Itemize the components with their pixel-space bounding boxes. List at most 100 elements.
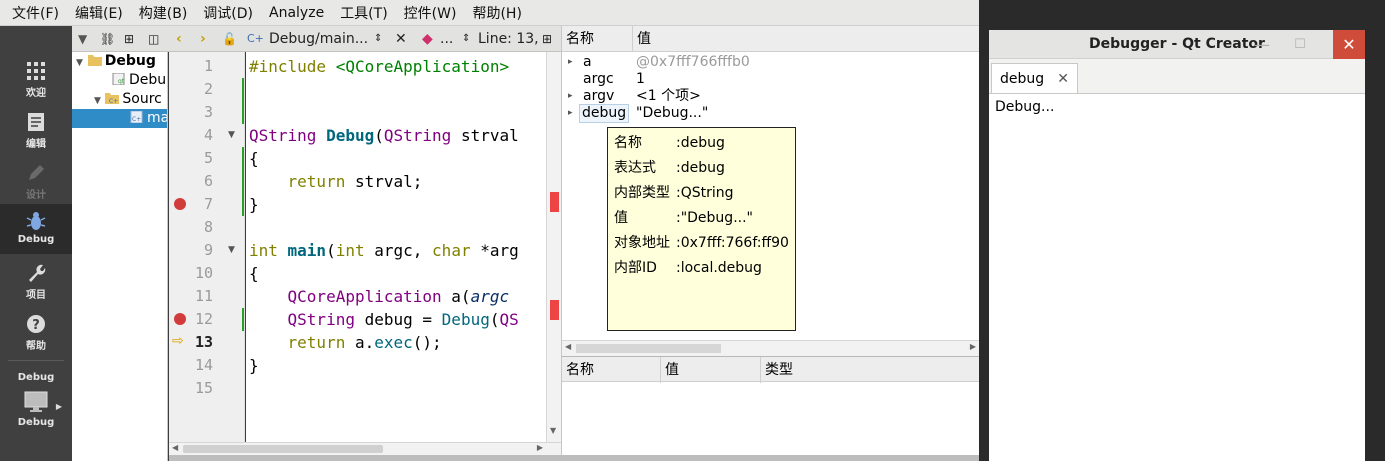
- code-line-12: QString debug = Debug(QS: [287, 310, 519, 329]
- symbol-combo[interactable]: ...: [440, 26, 453, 52]
- symbol-icon: ◆: [422, 31, 433, 47]
- symbol-combo-arrow-icon[interactable]: ⇕: [462, 26, 470, 52]
- menu-bar: 文件(F) 编辑(E) 构建(B) 调试(D) Analyze 工具(T) 控件…: [0, 0, 979, 26]
- scrollbar-thumb[interactable]: [576, 344, 721, 353]
- mode-help[interactable]: ? 帮助: [0, 307, 72, 357]
- editor-gutter[interactable]: 1 2 3 4 5 6 7 8 9 10 11 12 13 14 15 ⇨ ▼ …: [169, 52, 245, 442]
- mode-projects[interactable]: 项目: [0, 256, 72, 306]
- column-value[interactable]: 值: [661, 357, 761, 383]
- split-icon[interactable]: ⊞: [124, 26, 134, 52]
- column-name[interactable]: 名称: [562, 26, 633, 52]
- file-combo[interactable]: Debug/main...: [269, 26, 368, 52]
- output-text[interactable]: Debug...: [989, 93, 1365, 461]
- tooltip-row: 值:"Debug...": [614, 210, 753, 226]
- column-name[interactable]: 名称: [562, 357, 661, 383]
- code-editor[interactable]: #include <QCoreApplication> QString Debu…: [246, 52, 546, 442]
- code-line-4: QString Debug(QString strval: [249, 126, 519, 145]
- svg-text:C+: C+: [132, 116, 141, 123]
- column-type[interactable]: 类型: [761, 357, 980, 383]
- code-line-1: #include <QCoreApplication>: [249, 57, 510, 76]
- line-number: 11: [194, 287, 213, 305]
- fold-icon[interactable]: ▼: [228, 245, 235, 255]
- close-icon[interactable]: ✕: [1333, 30, 1365, 59]
- cursor-position: Line: 13,: [478, 31, 539, 47]
- menu-tools[interactable]: 工具(T): [332, 3, 395, 23]
- document-icon: [28, 113, 44, 131]
- kit-selector[interactable]: Debug Debug ▶: [0, 368, 72, 438]
- maximize-icon[interactable]: ☐: [1285, 30, 1315, 59]
- mode-edit[interactable]: 编辑: [0, 105, 72, 155]
- kit-expand-icon: ▶: [55, 402, 62, 411]
- forward-icon[interactable]: ›: [200, 26, 206, 52]
- code-line-11: QCoreApplication a(argc: [287, 287, 510, 306]
- editor-vertical-scrollbar[interactable]: ▼: [546, 52, 561, 442]
- output-pane-strip: [169, 455, 979, 461]
- sources-folder-icon: C+: [105, 93, 120, 104]
- svg-text:?: ?: [32, 318, 40, 333]
- mode-debug[interactable]: Debug: [0, 204, 72, 254]
- expand-icon[interactable]: ▸: [568, 105, 573, 122]
- bug-icon: [26, 212, 46, 230]
- link-icon[interactable]: ⛓: [100, 26, 115, 52]
- pro-file-icon: qt: [112, 73, 125, 85]
- tooltip-row: 对象地址:0x7fff:766f:ff90: [614, 235, 789, 251]
- breakpoint-icon[interactable]: [174, 198, 186, 210]
- window-titlebar[interactable]: Debugger - Qt Creator — ☐ ✕: [989, 30, 1365, 59]
- menu-file[interactable]: 文件(F): [4, 3, 67, 23]
- tree-item-sources[interactable]: ▼ C+ Sourc: [94, 90, 162, 109]
- tab-debug[interactable]: debug ✕: [991, 63, 1078, 93]
- mode-design[interactable]: 设计: [0, 156, 72, 206]
- back-icon[interactable]: ‹: [176, 26, 182, 52]
- tree-item-project[interactable]: ▼ Debug: [76, 52, 156, 71]
- scroll-left-icon[interactable]: ◀: [565, 342, 571, 351]
- line-number: 9: [203, 241, 213, 259]
- code-line-10: {: [249, 264, 259, 283]
- change-marker: [242, 308, 244, 331]
- menu-help[interactable]: 帮助(H): [464, 3, 529, 23]
- collapse-icon[interactable]: ▼: [94, 96, 101, 106]
- scroll-right-icon[interactable]: ▶: [970, 342, 976, 351]
- minimize-icon[interactable]: —: [1247, 30, 1277, 59]
- tree-item-main-cpp[interactable]: C+ ma: [72, 109, 167, 128]
- menu-debug[interactable]: 调试(D): [195, 3, 261, 23]
- editor-horizontal-scrollbar[interactable]: ◀ ▶: [169, 442, 561, 455]
- code-line-13: return a.exec();: [287, 333, 442, 352]
- code-line-14: }: [249, 356, 259, 375]
- tree-item-pro-file[interactable]: qt Debu: [112, 71, 166, 90]
- svg-text:qt: qt: [118, 78, 125, 85]
- tooltip-row: 名称:debug: [614, 135, 725, 151]
- code-line-9: int main(int argc, char *arg: [249, 241, 519, 260]
- line-number: 5: [203, 149, 213, 167]
- scroll-right-icon[interactable]: ▶: [537, 443, 543, 452]
- menu-widgets[interactable]: 控件(W): [396, 3, 465, 23]
- menu-build[interactable]: 构建(B): [131, 3, 196, 23]
- file-combo-arrow-icon[interactable]: ⇕: [374, 26, 382, 52]
- expand-icon[interactable]: ▸: [568, 54, 573, 71]
- line-number: 3: [203, 103, 213, 121]
- scroll-left-icon[interactable]: ◀: [172, 443, 178, 452]
- tooltip-row: 内部类型:QString: [614, 185, 734, 201]
- close-document-icon[interactable]: ✕: [395, 26, 407, 52]
- scroll-down-icon[interactable]: ▼: [550, 426, 556, 435]
- mode-edit-label: 编辑: [26, 139, 46, 150]
- mode-welcome-label: 欢迎: [26, 88, 46, 99]
- expand-icon[interactable]: ▸: [568, 88, 573, 105]
- line-number: 10: [194, 264, 213, 282]
- close-sidebar-icon[interactable]: ◫: [148, 26, 159, 52]
- collapse-icon[interactable]: ▼: [76, 58, 83, 68]
- close-tab-icon[interactable]: ✕: [1057, 64, 1069, 94]
- column-value[interactable]: 值: [633, 26, 979, 52]
- menu-edit[interactable]: 编辑(E): [67, 3, 131, 23]
- fold-icon[interactable]: ▼: [228, 130, 235, 140]
- expressions-view[interactable]: 名称 值 类型: [561, 356, 980, 455]
- menu-analyze[interactable]: Analyze: [261, 5, 332, 21]
- scrollbar-thumb[interactable]: [183, 445, 383, 453]
- filter-icon[interactable]: ▼: [78, 26, 87, 52]
- locals-horizontal-scrollbar[interactable]: ◀ ▶: [562, 340, 979, 356]
- kit-project-label: Debug: [17, 372, 55, 383]
- mode-welcome[interactable]: 欢迎: [0, 54, 72, 104]
- pencil-icon: [29, 165, 44, 180]
- application-output-window: Debugger - Qt Creator — ☐ ✕ debug ✕ Debu…: [979, 0, 1385, 461]
- split-editor-icon[interactable]: ⊞: [542, 26, 552, 52]
- breakpoint-icon[interactable]: [174, 313, 186, 325]
